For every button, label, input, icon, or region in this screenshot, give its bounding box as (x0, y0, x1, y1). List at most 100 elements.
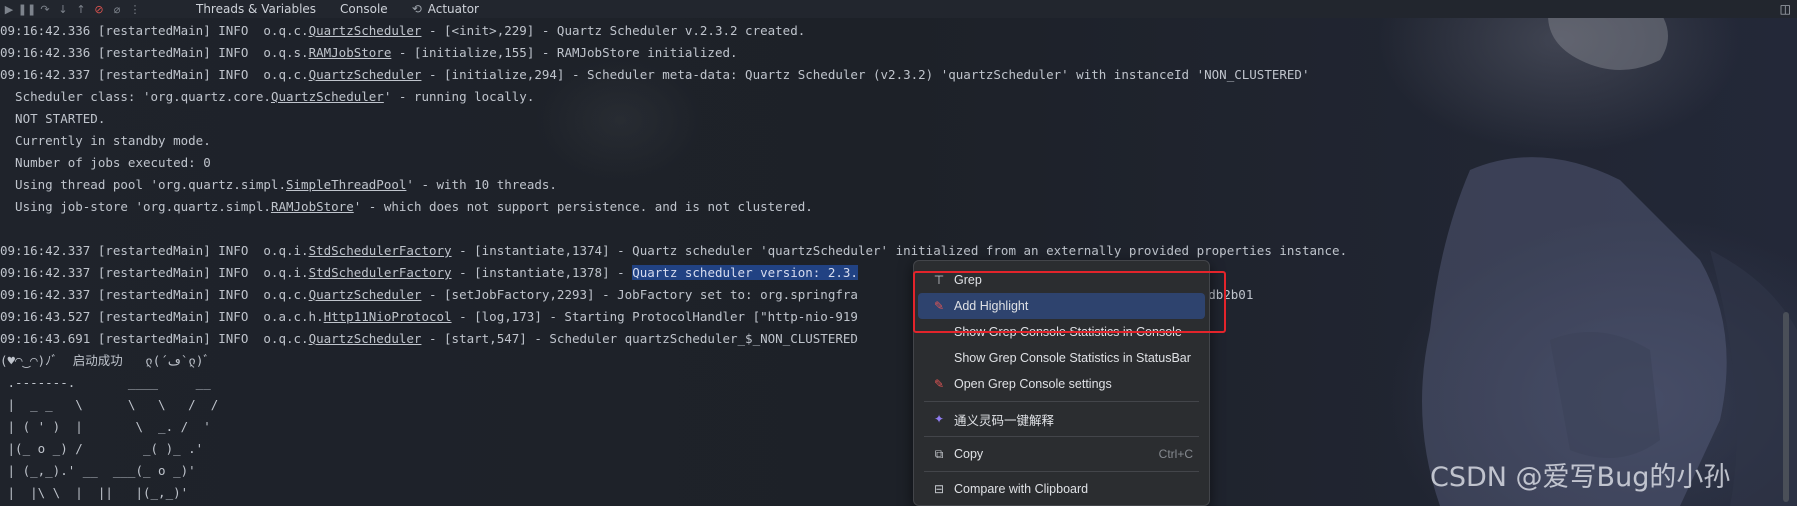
menu-item-open-grep-console-settings[interactable]: ✎ Open Grep Console settings (918, 371, 1205, 397)
class-link[interactable]: RAMJobStore (271, 199, 354, 214)
resume-icon[interactable]: ▶ (0, 0, 18, 18)
menu-separator (924, 401, 1199, 402)
console-text: Using thread pool 'org.quartz.simpl. (0, 177, 286, 192)
menu-separator (924, 436, 1199, 437)
console-text: .-------. ____ __ (0, 375, 211, 390)
pause-icon[interactable]: ❚❚ (18, 0, 36, 18)
console-text: | |\ \ | || |(_,_)' (0, 485, 189, 500)
console-text: Scheduler class: 'org.quartz.core. (0, 89, 271, 104)
console-text: - [initialize,294] - Scheduler meta-data… (421, 67, 1310, 82)
menu-item-explain[interactable]: ✦ 通义灵码一键解释 (918, 406, 1205, 432)
console-line: Scheduler class: 'org.quartz.core.Quartz… (0, 86, 1797, 108)
console-output[interactable]: 09:16:42.336 [restartedMain] INFO o.q.c.… (0, 20, 1797, 504)
console-text: - [start,547] - Scheduler quartzSchedule… (421, 331, 858, 346)
console-text: - [instantiate,1374] - Quartz scheduler … (451, 243, 1348, 258)
console-text: 09:16:42.336 [restartedMain] INFO o.q.c. (0, 23, 309, 38)
menu-item-label: Compare with Clipboard (954, 482, 1089, 496)
compare-icon: ⊟ (933, 482, 945, 496)
console-text: - [initialize,155] - RAMJobStore initial… (391, 45, 738, 60)
menu-item-label: 通义灵码一键解释 (954, 413, 1055, 428)
tab-actuator[interactable]: ⟲ Actuator (400, 0, 491, 18)
console-line: NOT STARTED. (0, 108, 1797, 130)
console-scrollbar[interactable] (1783, 312, 1789, 502)
console-line: 09:16:43.691 [restartedMain] INFO o.q.c.… (0, 328, 1797, 350)
menu-item-label: Show Grep Console Statistics in StatusBa… (954, 351, 1191, 365)
console-line: 09:16:42.337 [restartedMain] INFO o.q.c.… (0, 64, 1797, 86)
console-line: 09:16:42.336 [restartedMain] INFO o.q.c.… (0, 20, 1797, 42)
console-text: (♥◠‿◠)ﾉﾞ 启动成功 ლ(´ڡ`ლ)ﾞ (0, 353, 210, 368)
console-line: 09:16:42.336 [restartedMain] INFO o.q.s.… (0, 42, 1797, 64)
class-link[interactable]: StdSchedulerFactory (309, 243, 452, 258)
console-text: | (_,_).' __ ___(_ o _)' (0, 463, 196, 478)
step-out-icon[interactable]: ↑ (72, 0, 90, 18)
console-text: 09:16:42.337 [restartedMain] INFO o.q.i. (0, 243, 309, 258)
console-text: - [<init>,229] - Quartz Scheduler v.2.3.… (421, 23, 806, 38)
layout-icon[interactable]: ◫ (1780, 0, 1791, 18)
watermark: CSDN @爱写Bug的小孙 (1430, 462, 1731, 493)
console-text: NOT STARTED. (0, 111, 106, 126)
console-text: 09:16:43.691 [restartedMain] INFO o.q.c. (0, 331, 309, 346)
menu-item-copy[interactable]: ⧉ Copy Ctrl+C (918, 441, 1205, 467)
console-text: ' - with 10 threads. (406, 177, 557, 192)
console-text: | ( ' ) | \ _. / ' (0, 419, 211, 434)
shortcut-hint: Ctrl+C (1158, 447, 1193, 461)
console-line: 09:16:42.337 [restartedMain] INFO o.q.c.… (0, 284, 1797, 306)
more-icon[interactable]: ⋮ (126, 0, 144, 18)
console-text: Currently in standby mode. (0, 133, 211, 148)
console-text: Number of jobs executed: 0 (0, 155, 211, 170)
console-text: 09:16:42.336 [restartedMain] INFO o.q.s. (0, 45, 309, 60)
class-link[interactable]: QuartzScheduler (309, 287, 422, 302)
menu-item-label: Copy (954, 447, 984, 461)
console-line: .-------. ____ __ (0, 372, 1797, 394)
tab-label: Threads & Variables (196, 2, 317, 16)
class-link[interactable]: StdSchedulerFactory (309, 265, 452, 280)
clear-icon[interactable]: ⌀ (108, 0, 126, 18)
menu-item-show-grep-console-statistics-in-statusbar[interactable]: Show Grep Console Statistics in StatusBa… (918, 345, 1205, 371)
class-link[interactable]: QuartzScheduler (309, 331, 422, 346)
console-text: - [log,173] - Starting ProtocolHandler [… (451, 309, 858, 324)
settings-pencil-icon: ✎ (933, 377, 945, 391)
class-link[interactable]: RAMJobStore (309, 45, 392, 60)
console-text: | _ _ \ \ \ / / (0, 397, 219, 412)
debug-toolbar: ▶ ❚❚ ↷ ↓ ↑ ⊘ ⌀ ⋮ Threads & Variables Con… (0, 0, 1797, 18)
class-link[interactable]: SimpleThreadPool (286, 177, 406, 192)
annotation-highlight-box (913, 271, 1226, 333)
console-line: (♥◠‿◠)ﾉﾞ 启动成功 ლ(´ڡ`ლ)ﾞ (0, 350, 1797, 372)
console-line: 09:16:42.337 [restartedMain] INFO o.q.i.… (0, 262, 1797, 284)
mute-breakpoints-icon[interactable]: ⊘ (90, 0, 108, 18)
tongyi-lingma-icon: ✦ (933, 412, 945, 426)
console-text: - [setJobFactory,2293] - JobFactory set … (421, 287, 858, 302)
actuator-icon: ⟲ (411, 2, 422, 16)
step-into-icon[interactable]: ↓ (54, 0, 72, 18)
class-link[interactable]: Http11NioProtocol (324, 309, 452, 324)
console-text: 09:16:43.527 [restartedMain] INFO o.a.c.… (0, 309, 324, 324)
menu-item-compare-with-clipboard[interactable]: ⊟ Compare with Clipboard (918, 476, 1205, 502)
console-text: 09:16:42.337 [restartedMain] INFO o.q.i. (0, 265, 309, 280)
tab-label: Console (340, 2, 388, 16)
console-text: |(_ o _) / _( )_ .' (0, 441, 204, 456)
console-text: ' - running locally. (383, 89, 535, 104)
console-text: ' - which does not support persistence. … (353, 199, 813, 214)
step-over-icon[interactable]: ↷ (36, 0, 54, 18)
tab-console[interactable]: Console (328, 0, 400, 18)
console-line: | _ _ \ \ \ / / (0, 394, 1797, 416)
console-line: Currently in standby mode. (0, 130, 1797, 152)
console-line: Using thread pool 'org.quartz.simpl.Simp… (0, 174, 1797, 196)
copy-icon: ⧉ (934, 446, 944, 461)
class-link[interactable]: QuartzScheduler (309, 67, 422, 82)
console-text: 09:16:42.337 [restartedMain] INFO o.q.c. (0, 287, 309, 302)
console-text: 09:16:42.337 [restartedMain] INFO o.q.c. (0, 67, 309, 82)
class-link[interactable]: QuartzScheduler (309, 23, 422, 38)
selected-text: Quartz scheduler version: 2.3. (632, 265, 858, 280)
console-line: 09:16:42.337 [restartedMain] INFO o.q.i.… (0, 240, 1797, 262)
console-text: - [instantiate,1378] - (451, 265, 633, 280)
tab-threads-variables[interactable]: Threads & Variables (184, 0, 328, 18)
tab-label: Actuator (427, 2, 479, 16)
console-line: Using job-store 'org.quartz.simpl.RAMJob… (0, 196, 1797, 218)
menu-separator (924, 471, 1199, 472)
console-text: Using job-store 'org.quartz.simpl. (0, 199, 271, 214)
class-link[interactable]: QuartzScheduler (271, 89, 384, 104)
console-line: 09:16:43.527 [restartedMain] INFO o.a.c.… (0, 306, 1797, 328)
menu-item-label: Open Grep Console settings (954, 377, 1112, 391)
